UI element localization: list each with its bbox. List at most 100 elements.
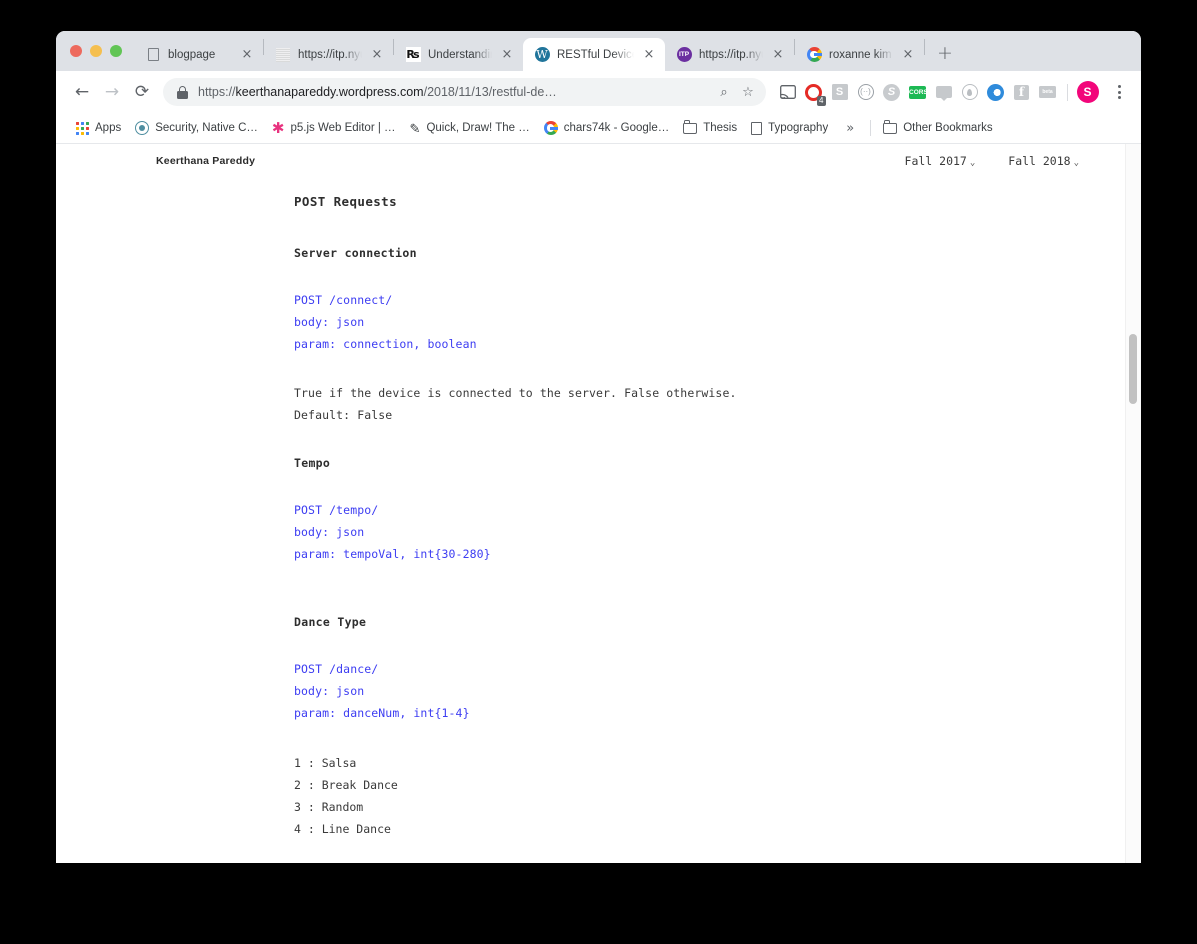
url-text: https://keerthanapareddy.wordpress.com/2… [198, 85, 557, 99]
site-nav: Fall 2017 ⌄ Fall 2018 ⌄ [905, 154, 1079, 168]
bookmark-label: Apps [95, 122, 122, 134]
list-item: 2 : Break Dance [294, 778, 398, 792]
close-tab-button[interactable]: × [499, 47, 515, 63]
bookmark-folder-other-bookmarks[interactable]: Other Bookmarks [877, 119, 1000, 137]
nav-item-fall-2017[interactable]: Fall 2017 ⌄ [905, 154, 976, 168]
code-line: POST /tempo/ [294, 503, 379, 517]
cast-glyph [779, 85, 796, 99]
dance-type-list: 1 : Salsa 2 : Break Dance 3 : Random 4 :… [294, 752, 1086, 840]
water-drop-extension-icon[interactable] [957, 80, 982, 105]
web-page: Keerthana Pareddy Fall 2017 ⌄ Fall 2018 ⌄ … [56, 144, 1126, 863]
opera-touch-extension-icon[interactable] [983, 80, 1008, 105]
window-controls [56, 31, 134, 71]
description-block: True if the device is connected to the s… [294, 383, 1086, 426]
browser-tab-restful-device[interactable]: W RESTful Device × [523, 38, 665, 71]
tab-separator [924, 39, 925, 55]
bookmark-typography[interactable]: Typography [745, 119, 836, 138]
close-tab-button[interactable]: × [369, 47, 385, 63]
section-dance-type: Dance Type POST /dance/ body: json param… [294, 615, 1086, 840]
close-tab-button[interactable]: × [900, 47, 916, 63]
forward-button[interactable]: → [98, 78, 126, 106]
section-server-connection: Server connection POST /connect/ body: j… [294, 246, 1086, 426]
bookmark-label: Other Bookmarks [903, 122, 993, 134]
extensions-area: 4 S (··) S CORS f beta S [775, 80, 1100, 106]
list-item: 4 : Line Dance [294, 822, 391, 836]
bookmark-label: Typography [768, 122, 829, 134]
toolbar-divider [1067, 83, 1068, 101]
section-heading: Server connection [294, 246, 417, 260]
profile-avatar[interactable]: S [1075, 80, 1100, 105]
chrome-menu-button[interactable] [1107, 79, 1131, 105]
bookmark-label: Thesis [703, 122, 738, 134]
document-icon [145, 47, 161, 63]
cors-extension-icon[interactable]: CORS [905, 80, 930, 105]
new-tab-button[interactable]: + [931, 40, 959, 68]
browser-tab-blogpage[interactable]: blogpage × [134, 38, 263, 71]
tab-title: roxanne kim itp [829, 48, 893, 61]
opera-vpn-extension-icon[interactable]: 4 [801, 80, 826, 106]
description-line: True if the device is connected to the s… [294, 386, 737, 400]
close-window-button[interactable] [70, 45, 82, 57]
code-line: POST /dance/ [294, 662, 379, 676]
bookmark-p5js-editor[interactable]: ✱ p5.js Web Editor | … [266, 119, 404, 138]
site-title[interactable]: Keerthana Pareddy [156, 155, 255, 167]
scrollbar-thumb[interactable] [1129, 334, 1137, 404]
grey-bar-extension-icon[interactable]: beta [1035, 80, 1060, 105]
bookmark-quick-draw[interactable]: ✎ Quick, Draw! The … [404, 119, 538, 138]
cast-icon[interactable] [775, 80, 800, 105]
code-block: POST /tempo/ body: json param: tempoVal,… [294, 499, 1086, 565]
bookmark-security-native[interactable]: Security, Native C… [129, 118, 266, 138]
maximize-window-button[interactable] [110, 45, 122, 57]
bookmark-chars74k[interactable]: chars74k - Google… [538, 118, 677, 138]
article-content: POST Requests Server connection POST /co… [56, 168, 1126, 840]
skype-extension-icon[interactable]: S [879, 80, 904, 105]
facebook-extension-icon[interactable]: f [1009, 80, 1034, 105]
close-tab-button[interactable]: × [770, 47, 786, 63]
nav-item-fall-2018[interactable]: Fall 2018 ⌄ [1008, 154, 1079, 168]
s-extension-icon[interactable]: S [827, 80, 852, 105]
close-tab-button[interactable]: × [239, 47, 255, 63]
rupee-icon: ₨ [405, 47, 421, 62]
close-tab-button[interactable]: × [641, 47, 657, 63]
back-button[interactable]: ← [68, 78, 96, 106]
google-icon [543, 121, 558, 135]
browser-tab-itp-nyu-1[interactable]: https://itp.nyu.e × [264, 38, 393, 71]
bookmark-label: Quick, Draw! The … [426, 122, 530, 134]
dots-circle-extension-icon[interactable]: (··) [853, 80, 878, 105]
bookmark-label: Security, Native C… [155, 122, 258, 134]
chevron-down-icon: ⌄ [969, 158, 976, 168]
code-block: POST /dance/ body: json param: danceNum,… [294, 658, 1086, 724]
bookmarks-overflow-button[interactable]: » [836, 121, 864, 136]
atom-icon [135, 121, 150, 135]
nav-item-label: Fall 2018 [1008, 154, 1071, 168]
browser-tab-roxanne-kim[interactable]: roxanne kim itp × [795, 38, 924, 71]
section-tempo: Tempo POST /tempo/ body: json param: tem… [294, 456, 1086, 615]
reload-button[interactable]: ⟳ [128, 78, 156, 106]
lock-icon [176, 85, 189, 99]
section-heading: Tempo [294, 456, 331, 470]
minimize-window-button[interactable] [90, 45, 102, 57]
apps-grid-icon [76, 121, 89, 135]
section-heading: Dance Type [294, 615, 367, 629]
browser-tab-itp-nyu-2[interactable]: ITP https://itp.nyu.e × [665, 38, 794, 71]
bookmark-apps[interactable]: Apps [70, 119, 129, 138]
folder-icon [683, 120, 698, 134]
chat-extension-icon[interactable] [931, 80, 956, 105]
code-line: param: danceNum, int{1-4} [294, 706, 470, 720]
address-bar[interactable]: https://keerthanapareddy.wordpress.com/2… [163, 78, 766, 106]
code-line: body: json [294, 315, 365, 329]
bookmark-star-icon[interactable]: ☆ [736, 80, 760, 104]
browser-toolbar: ← → ⟳ https://keerthanapareddy.wordpress… [56, 71, 1141, 113]
browser-tab-understanding[interactable]: ₨ Understanding I × [394, 38, 523, 71]
bookmark-label: p5.js Web Editor | … [290, 122, 396, 134]
page-scrollbar[interactable] [1125, 144, 1141, 863]
page-viewport: Keerthana Pareddy Fall 2017 ⌄ Fall 2018 ⌄ … [56, 144, 1141, 863]
bookmark-folder-thesis[interactable]: Thesis [677, 119, 745, 137]
tab-title: blogpage [168, 48, 216, 61]
search-icon[interactable]: ⌕ [712, 80, 736, 104]
tab-strip: blogpage × https://itp.nyu.e × ₨ Underst… [56, 31, 1141, 71]
code-block: POST /connect/ body: json param: connect… [294, 289, 1086, 355]
folder-icon [883, 120, 898, 134]
site-header: Keerthana Pareddy Fall 2017 ⌄ Fall 2018 ⌄ [56, 144, 1126, 168]
